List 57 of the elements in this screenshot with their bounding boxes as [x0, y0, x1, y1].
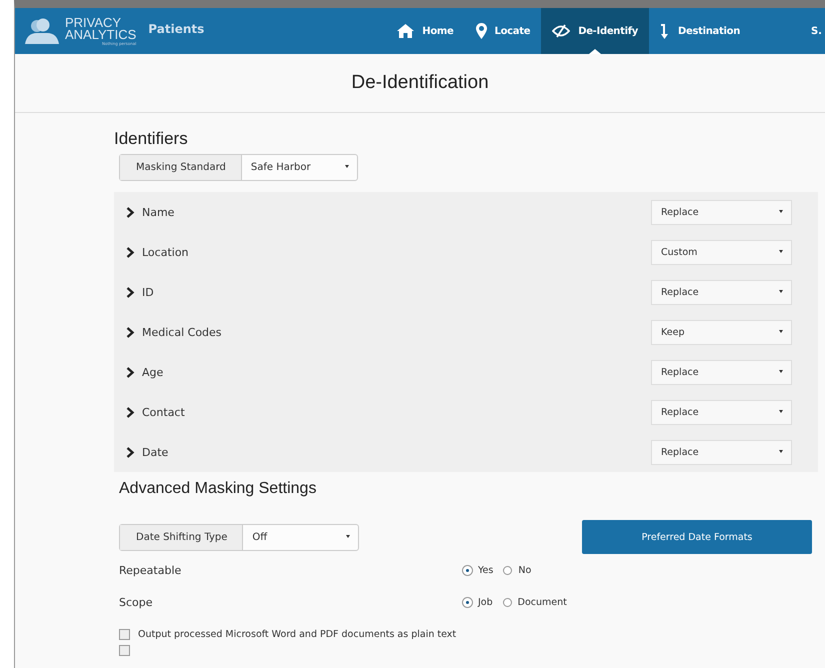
select-label: Masking Standard	[120, 155, 242, 180]
action-select[interactable]: Replace	[651, 440, 792, 464]
page-title: De-Identification	[351, 72, 489, 94]
setting-label: Repeatable	[119, 564, 182, 576]
brand-name: PRIVACY	[65, 16, 122, 28]
active-tab-pointer-icon	[589, 49, 602, 54]
action-select[interactable]: Replace	[651, 280, 792, 304]
chevron-icon[interactable]	[126, 286, 135, 298]
action-select[interactable]: Keep	[651, 320, 792, 344]
radio-label[interactable]: No	[518, 564, 532, 576]
eye-slash-icon	[552, 24, 570, 38]
checkbox-label[interactable]: Output processed Microsoft Word and PDF documents as plain text	[138, 628, 456, 640]
home-icon	[397, 24, 414, 38]
nav-tab[interactable]: Destination	[649, 8, 752, 54]
checkbox[interactable]	[119, 628, 130, 640]
radio-button[interactable]	[502, 598, 512, 606]
action-select[interactable]: Replace	[651, 360, 792, 384]
action-select[interactable]: Replace	[651, 400, 792, 424]
select-value: Off	[251, 530, 268, 544]
chevron-icon[interactable]	[126, 326, 135, 338]
radio-button[interactable]	[503, 566, 512, 574]
radio-label[interactable]: Job	[478, 596, 493, 608]
identifier-name[interactable]: Date	[142, 446, 651, 458]
nav-tab[interactable]: Locate	[464, 8, 542, 54]
chevron-icon[interactable]	[126, 246, 135, 258]
down-arrow-icon	[660, 23, 670, 39]
chevron-icon[interactable]	[126, 446, 135, 458]
radio-label[interactable]: Yes	[478, 564, 494, 576]
identifier-name[interactable]: Medical Codes	[142, 326, 651, 338]
masking-standard-select[interactable]: Masking Standard Safe Harbor	[119, 154, 358, 181]
chevron-icon[interactable]	[126, 206, 135, 218]
map-pin-icon	[476, 23, 487, 39]
select-value: Safe Harbor	[250, 161, 312, 175]
radio-label[interactable]: Document	[518, 596, 567, 608]
section-heading: Identifiers	[114, 129, 189, 149]
identifier-name[interactable]: Name	[142, 206, 651, 218]
identifier-name[interactable]: Age	[142, 366, 651, 378]
action-select[interactable]: Replace	[651, 200, 792, 224]
identifier-name[interactable]: Contact	[142, 406, 651, 418]
section-heading: Advanced Masking Settings	[119, 480, 318, 498]
checkbox[interactable]	[119, 644, 130, 656]
dropdown-caret-icon	[344, 165, 349, 170]
dropdown-caret-icon	[346, 534, 350, 540]
user-initial[interactable]: S.	[810, 26, 822, 36]
nav-tab[interactable]: De-Identify	[541, 8, 649, 54]
identifier-name[interactable]: Location	[142, 246, 651, 258]
date-shifting-select[interactable]: Date Shifting Type Off	[119, 524, 360, 550]
setting-label: Scope	[119, 596, 154, 608]
chevron-icon[interactable]	[126, 406, 135, 418]
brand-name: ANALYTICS	[65, 28, 136, 40]
preferred-date-formats-button[interactable]: Preferred Date Formats	[582, 520, 812, 554]
app-title[interactable]: Patients	[148, 22, 204, 36]
identifier-name[interactable]: ID	[142, 286, 651, 298]
select-label: Date Shifting Type	[120, 524, 244, 550]
action-select[interactable]: Custom	[651, 240, 792, 264]
chevron-icon[interactable]	[126, 366, 135, 378]
nav-tab[interactable]: Home	[386, 8, 465, 54]
